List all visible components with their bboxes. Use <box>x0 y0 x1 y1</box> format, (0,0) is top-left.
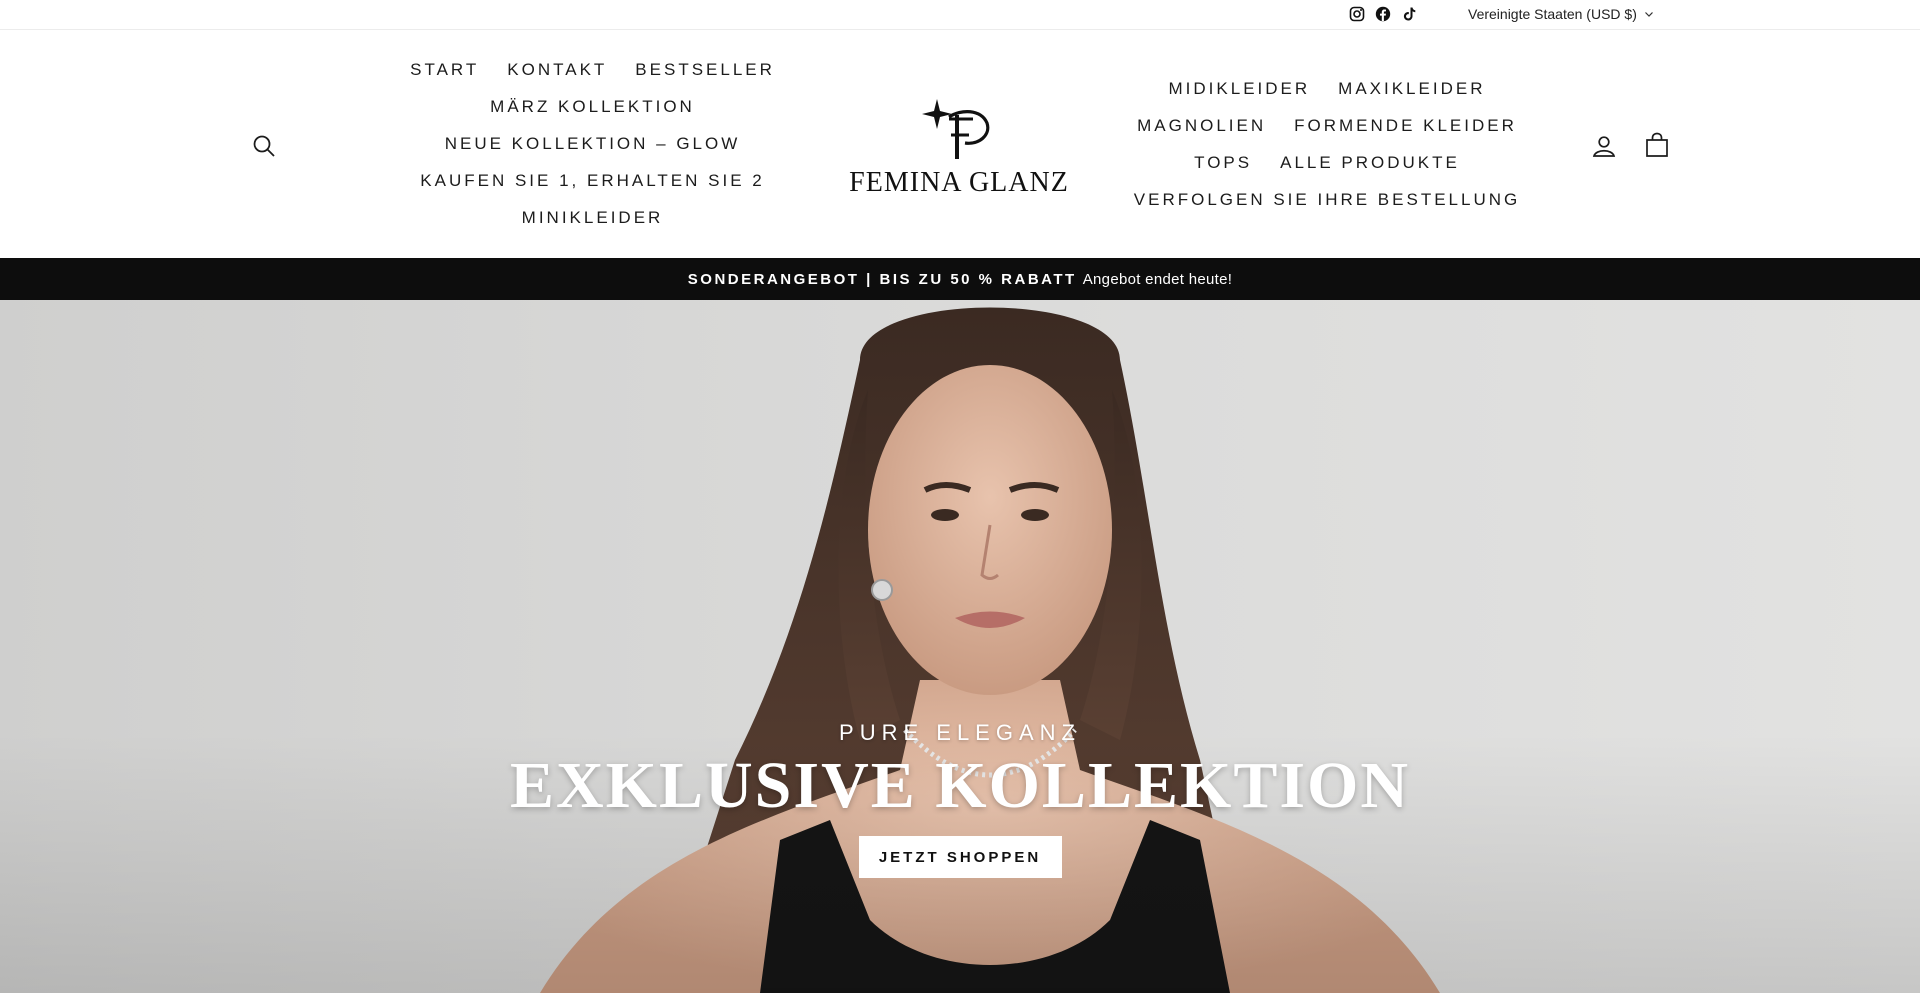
instagram-icon[interactable] <box>1349 6 1365 22</box>
nav-tops[interactable]: TOPS <box>1180 153 1266 173</box>
currency-label: Vereinigte Staaten (USD $) <box>1468 6 1637 22</box>
nav-maerz-kollektion[interactable]: MÄRZ KOLLEKTION <box>476 97 709 117</box>
nav-row: MÄRZ KOLLEKTION <box>476 88 709 125</box>
utility-bar: Vereinigte Staaten (USD $) <box>0 0 1920 30</box>
facebook-icon[interactable] <box>1375 6 1391 22</box>
nav-row: MAGNOLIEN FORMENDE KLEIDER <box>1123 107 1531 144</box>
nav-row: MIDIKLEIDER MAXIKLEIDER <box>1155 70 1500 107</box>
nav-kaufen-1-erhalten-2[interactable]: KAUFEN SIE 1, ERHALTEN SIE 2 <box>406 171 778 191</box>
site-header: START KONTAKT BESTSELLER MÄRZ KOLLEKTION… <box>0 31 1920 258</box>
shop-now-button[interactable]: JETZT SHOPPEN <box>858 836 1062 878</box>
nav-bestseller[interactable]: BESTSELLER <box>621 60 789 80</box>
nav-kontakt[interactable]: KONTAKT <box>493 60 621 80</box>
brand-logo[interactable]: FEMINA GLANZ <box>849 95 1068 225</box>
cart-icon[interactable] <box>1642 130 1672 160</box>
nav-row: MINIKLEIDER <box>508 199 678 236</box>
main-nav-right: MIDIKLEIDER MAXIKLEIDER MAGNOLIEN FORMEN… <box>1127 70 1527 218</box>
chevron-down-icon <box>1644 12 1653 17</box>
nav-row: VERFOLGEN SIE IHRE BESTELLUNG <box>1120 181 1534 218</box>
nav-magnolien[interactable]: MAGNOLIEN <box>1123 116 1280 136</box>
currency-selector[interactable]: Vereinigte Staaten (USD $) <box>1468 6 1654 22</box>
search-icon[interactable] <box>250 132 278 160</box>
announcement-bar[interactable]: SONDERANGEBOT | BIS ZU 50 % RABATT Angeb… <box>0 258 1920 300</box>
hero-kicker: PURE ELEGANZ <box>839 720 1081 745</box>
nav-row: START KONTAKT BESTSELLER <box>396 51 789 88</box>
nav-minikleider[interactable]: MINIKLEIDER <box>508 208 678 228</box>
nav-row: NEUE KOLLEKTION – GLOW <box>431 125 755 162</box>
nav-start[interactable]: START <box>396 60 493 80</box>
nav-neue-kollektion-glow[interactable]: NEUE KOLLEKTION – GLOW <box>431 134 755 154</box>
social-links <box>1349 6 1427 22</box>
announcement-offer: SONDERANGEBOT | BIS ZU 50 % RABATT <box>687 270 1077 288</box>
logo-text: FEMINA GLANZ <box>849 167 1069 198</box>
hero-content: PURE ELEGANZ EXKLUSIVE KOLLEKTION JETZT … <box>0 720 1920 878</box>
account-icon[interactable] <box>1590 132 1618 160</box>
main-nav-left: START KONTAKT BESTSELLER MÄRZ KOLLEKTION… <box>400 51 785 236</box>
nav-row: KAUFEN SIE 1, ERHALTEN SIE 2 <box>406 162 778 199</box>
nav-formende-kleider[interactable]: FORMENDE KLEIDER <box>1280 116 1531 136</box>
hero-banner: PURE ELEGANZ EXKLUSIVE KOLLEKTION JETZT … <box>0 300 1920 993</box>
nav-row: TOPS ALLE PRODUKTE <box>1180 144 1474 181</box>
hero-title: EXKLUSIVE KOLLEKTION <box>509 749 1411 822</box>
nav-midikleider[interactable]: MIDIKLEIDER <box>1155 79 1325 99</box>
nav-verfolgen-bestellung[interactable]: VERFOLGEN SIE IHRE BESTELLUNG <box>1120 190 1534 210</box>
tiktok-icon[interactable] <box>1401 6 1417 22</box>
nav-alle-produkte[interactable]: ALLE PRODUKTE <box>1266 153 1474 173</box>
logo-monogram <box>922 99 990 159</box>
announcement-note: Angebot endet heute! <box>1082 270 1233 288</box>
nav-maxikleider[interactable]: MAXIKLEIDER <box>1324 79 1499 99</box>
